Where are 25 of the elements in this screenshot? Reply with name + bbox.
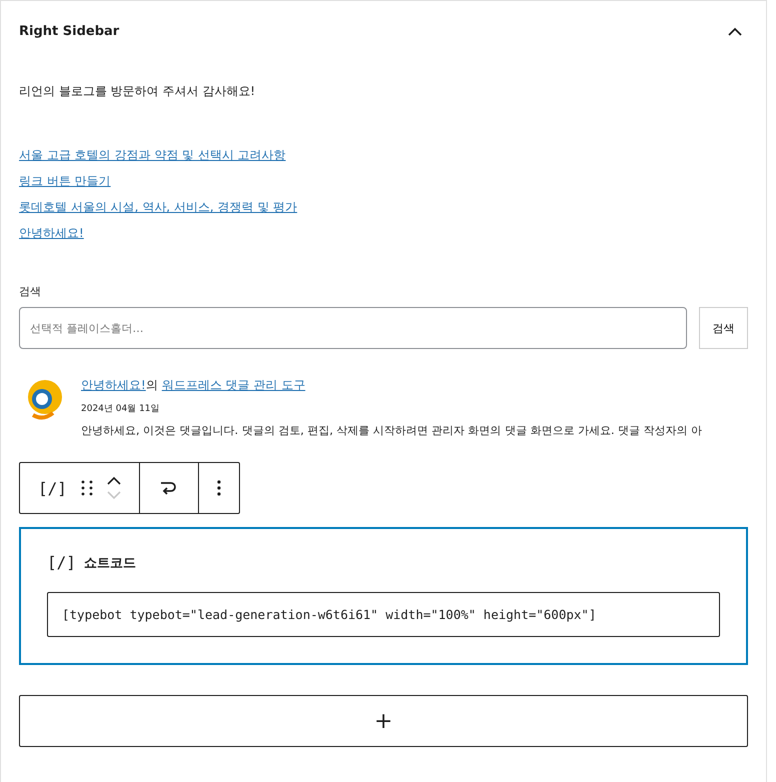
shortcode-block[interactable]: [/] 쇼트코드 [typebot typebot="lead-generation-w6t6i61" width="100%" height="600px"] <box>19 527 748 665</box>
comment-text: 안녕하세요, 이것은 댓글입니다. 댓글의 검토, 편집, 삭제를 시작하려면 관리자 화면의 댓글 화면으로 가세요. 댓글 작성자의 아 <box>81 423 702 438</box>
more-options-icon[interactable] <box>216 479 221 497</box>
panel-header[interactable]: Right Sidebar <box>1 1 766 61</box>
search-label: 검색 <box>19 284 42 299</box>
post-link[interactable]: 워드프레스 댓글 관리 도구 <box>162 377 306 394</box>
shortcode-title: 쇼트코드 <box>84 554 136 572</box>
greeting-text: 리언의 블로그를 방문하여 주셔서 감사해요! <box>19 83 256 100</box>
block-type-button[interactable]: [/] <box>38 478 67 498</box>
post-link[interactable]: 롯데호텔 서울의 시설, 역사, 서비스, 경쟁력 및 평가 <box>19 200 298 214</box>
drag-handle-icon[interactable] <box>80 479 93 497</box>
post-link[interactable]: 링크 버튼 만들기 <box>19 174 111 188</box>
post-link[interactable]: 서울 고급 호텔의 강점과 약점 및 선택시 고려사항 <box>19 148 286 162</box>
chevron-icon[interactable] <box>728 26 742 36</box>
add-block-button[interactable]: + <box>19 695 748 747</box>
shortcode-field[interactable]: [typebot typebot="lead-generation-w6t6i61" width="100%" height="600px"] <box>47 592 720 637</box>
search-button[interactable]: 검색 <box>699 307 748 349</box>
move-up-icon[interactable] <box>106 476 121 485</box>
post-link[interactable]: 안녕하세요! <box>19 226 84 240</box>
comment-date: 2024년 04월 11일 <box>81 403 161 415</box>
search-field[interactable]: 선택적 플레이스홀더… <box>19 307 687 349</box>
panel-title: Right Sidebar <box>19 24 120 38</box>
shortcode-icon-text: [/] <box>47 553 76 572</box>
author-link[interactable]: 안녕하세요! <box>81 377 146 394</box>
connector-text: 의 <box>146 377 158 394</box>
